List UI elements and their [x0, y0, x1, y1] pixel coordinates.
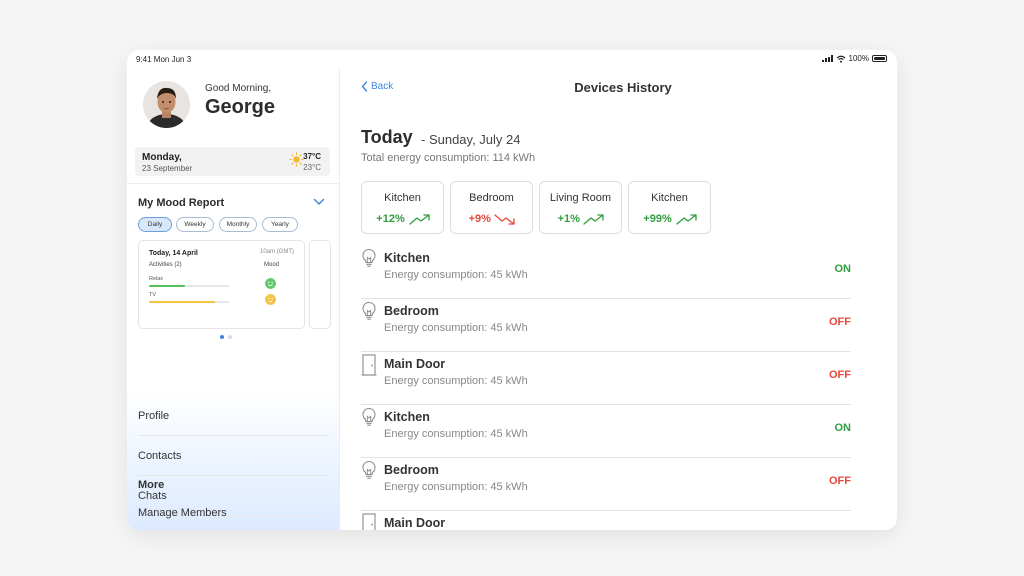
sidebar-item-contacts[interactable]: Contacts [138, 450, 181, 462]
device-name: Kitchen [384, 410, 430, 424]
mood-card-mood-label: Mood [264, 262, 280, 268]
day-date: 23 September [142, 164, 193, 173]
today-date: - Sunday, July 24 [421, 132, 521, 147]
device-name: Main Door [384, 516, 446, 530]
avatar[interactable] [143, 81, 190, 128]
room-card[interactable]: Kitchen +99% [628, 181, 711, 234]
activity-bar-relax [149, 285, 229, 287]
room-name: Living Room [549, 192, 612, 204]
activity-label-tv: TV [149, 292, 157, 298]
weather-high: 37°C [303, 152, 321, 161]
device-row[interactable]: Main Door Energy consumption: 45 kWh OFF [361, 352, 851, 405]
room-name: Kitchen [384, 192, 421, 204]
device-name: Main Door [384, 357, 446, 371]
bulb-icon [362, 407, 376, 426]
device-consumption: Energy consumption: 45 kWh [384, 481, 528, 493]
mood-card[interactable]: Today, 14 April 10am (GMT) Activities (2… [138, 240, 305, 329]
user-name: George [205, 96, 276, 118]
page-title: Devices History [574, 80, 672, 95]
greeting: Good Morning, [205, 83, 272, 94]
signal-icon [821, 55, 833, 62]
door-icon [362, 513, 376, 530]
trend-down-icon [494, 214, 516, 225]
room-card[interactable]: Living Room +1% [539, 181, 622, 234]
mood-tab-yearly[interactable]: Yearly [262, 217, 298, 232]
sidebar: Good Morning, George Monday, 23 Septembe… [127, 68, 340, 530]
status-bar: 9:41 Mon Jun 3 100% [127, 50, 897, 68]
trend-up-icon [583, 214, 605, 225]
bulb-icon [362, 460, 376, 479]
mood-card-date: Today, 14 April [149, 250, 198, 257]
activity-bar-fill [149, 285, 185, 287]
carousel-dots [220, 335, 232, 339]
device-row[interactable]: Kitchen Energy consumption: 45 kWh ON [361, 405, 851, 458]
status-right: 100% [821, 54, 887, 63]
carousel-dot[interactable] [228, 335, 232, 339]
device-name: Bedroom [384, 463, 439, 477]
device-name: Bedroom [384, 304, 439, 318]
today-label: Today [361, 127, 413, 147]
device-consumption: Energy consumption: 45 kWh [384, 269, 528, 281]
device-status[interactable]: OFF [829, 316, 851, 328]
activity-bar-tv [149, 301, 229, 303]
device-consumption: Energy consumption: 45 kWh [384, 322, 528, 334]
activity-bar-fill [149, 301, 215, 303]
room-name: Kitchen [651, 192, 688, 204]
room-change: +99% [643, 213, 672, 225]
sidebar-item-profile[interactable]: Profile [138, 410, 169, 422]
room-card[interactable]: Bedroom +9% [450, 181, 533, 234]
mood-card-activities: Activities (2) [149, 262, 182, 268]
neutral-face-icon [265, 294, 276, 305]
tablet-frame: 9:41 Mon Jun 3 100% Good Morning, George [127, 50, 897, 530]
mood-card-time: 10am (GMT) [259, 249, 294, 255]
device-name: Kitchen [384, 251, 430, 265]
menu-divider [138, 435, 327, 436]
device-row[interactable]: Main Door [361, 511, 851, 530]
device-consumption: Energy consumption: 45 kWh [384, 375, 528, 387]
room-card[interactable]: Kitchen +12% [361, 181, 444, 234]
bulb-icon [362, 301, 376, 320]
mood-tab-daily[interactable]: Daily [138, 217, 172, 232]
device-row[interactable]: Bedroom Energy consumption: 45 kWh OFF [361, 458, 851, 511]
status-time: 9:41 Mon Jun 3 [136, 55, 192, 64]
bulb-icon [362, 248, 376, 267]
chevron-down-icon[interactable] [313, 198, 325, 206]
mood-tab-weekly[interactable]: Weekly [176, 217, 214, 232]
mood-card-next[interactable] [309, 240, 331, 329]
sidebar-item-manage-members[interactable]: Manage Members [138, 507, 227, 519]
mood-tab-monthly[interactable]: Monthly [219, 217, 257, 232]
weather-low: 23°C [303, 163, 321, 172]
device-status[interactable]: ON [835, 422, 852, 434]
room-change: +12% [376, 213, 405, 225]
mood-report-title: My Mood Report [138, 197, 225, 209]
happy-face-icon [265, 278, 276, 289]
trend-up-icon [676, 214, 697, 225]
date-weather-box: Monday, 23 September 37°C 23°C [135, 147, 330, 176]
device-row[interactable]: Kitchen Energy consumption: 45 kWh ON [361, 246, 851, 299]
divider [127, 183, 340, 184]
sun-icon [289, 152, 304, 167]
device-consumption: Energy consumption: 45 kWh [384, 428, 528, 440]
trend-up-icon [409, 214, 430, 225]
room-change: +9% [468, 213, 491, 225]
device-row[interactable]: Bedroom Energy consumption: 45 kWh OFF [361, 299, 851, 352]
room-name: Bedroom [469, 192, 514, 204]
main-content: Back Devices History Today - Sunday, Jul… [341, 68, 897, 530]
device-status[interactable]: OFF [829, 475, 851, 487]
menu-divider [138, 475, 327, 476]
carousel-dot-active[interactable] [220, 335, 224, 339]
battery-icon [872, 55, 887, 62]
battery-percent: 100% [848, 54, 869, 63]
more-heading: More [138, 479, 165, 491]
activity-label-relax: Relax [149, 276, 164, 282]
room-change: +1% [557, 213, 580, 225]
day-name: Monday, [142, 152, 182, 163]
total-energy: Total energy consumption: 114 kWh [361, 152, 536, 164]
device-status[interactable]: OFF [829, 369, 851, 381]
device-status[interactable]: ON [835, 263, 852, 275]
door-icon [361, 354, 377, 376]
wifi-icon [836, 55, 845, 63]
sidebar-item-chats[interactable]: Chats [138, 490, 167, 502]
